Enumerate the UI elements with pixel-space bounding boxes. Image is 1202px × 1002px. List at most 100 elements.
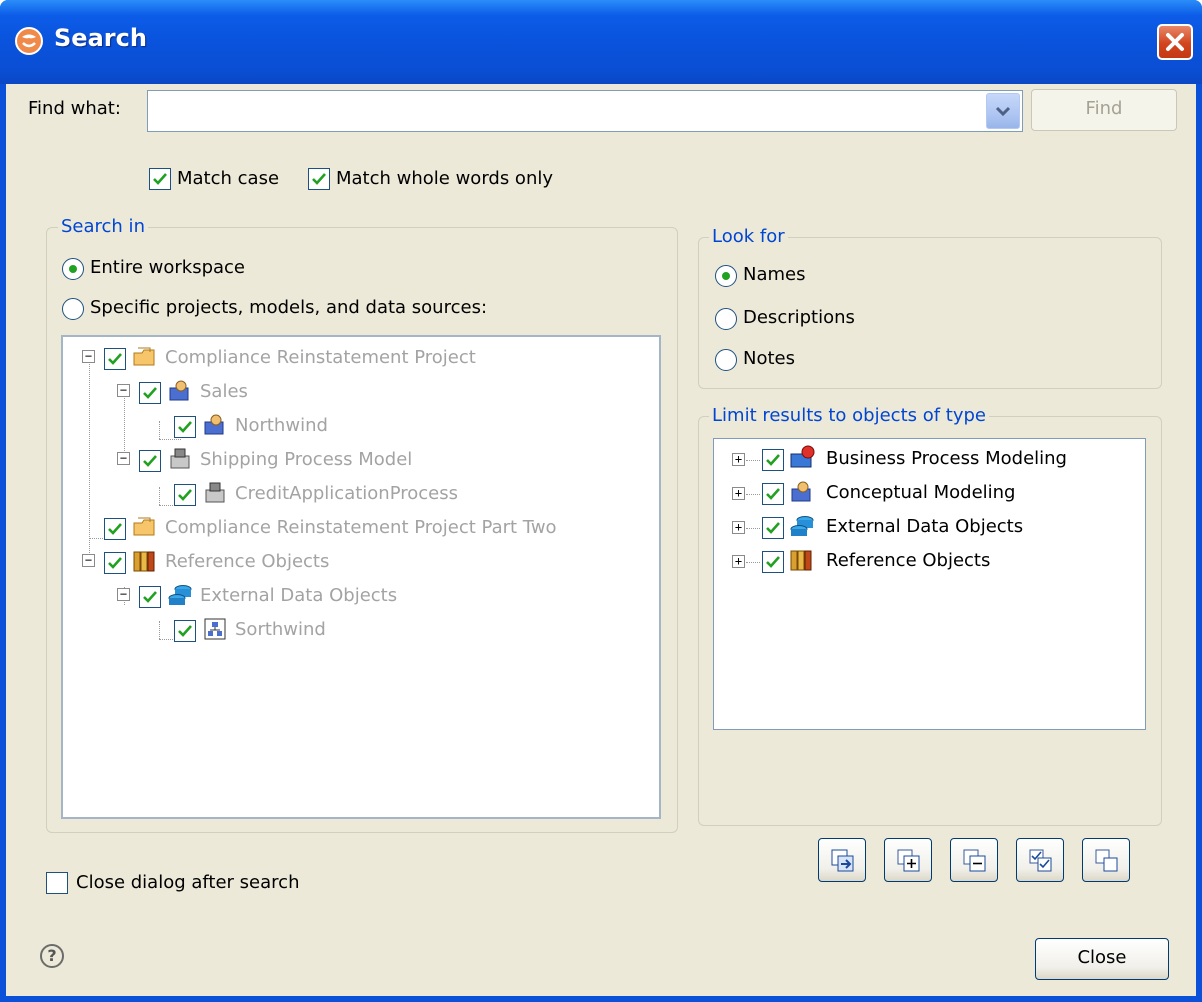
- tree-item-label[interactable]: Sales: [200, 381, 248, 402]
- expand-toggle[interactable]: +: [732, 453, 745, 466]
- type-label[interactable]: Reference Objects: [826, 550, 990, 571]
- type-label[interactable]: Conceptual Modeling: [826, 482, 1015, 503]
- notes-radio[interactable]: [715, 349, 737, 371]
- conceptual-model-icon: [791, 481, 811, 502]
- type-checkbox[interactable]: [762, 551, 784, 573]
- look-for-title: Look for: [709, 226, 788, 247]
- match-whole-words-label[interactable]: Match whole words only: [336, 168, 553, 189]
- check-all-button[interactable]: [1016, 838, 1064, 882]
- type-checkbox[interactable]: [762, 483, 784, 505]
- tree-checkbox[interactable]: [139, 450, 161, 472]
- check-icon: [143, 591, 157, 603]
- expand-all-button[interactable]: [884, 838, 932, 882]
- uncheck-all-icon: [1095, 849, 1118, 872]
- tree-item-label[interactable]: CreditApplicationProcess: [235, 483, 458, 504]
- check-icon: [178, 625, 192, 637]
- collapse-all-icon: [963, 849, 986, 872]
- folder-project-icon: [133, 517, 155, 536]
- collapse-all-button[interactable]: [950, 838, 998, 882]
- match-whole-words-checkbox[interactable]: [308, 168, 330, 190]
- check-all-icon: [1029, 849, 1052, 872]
- expand-all-icon: [897, 849, 920, 872]
- help-icon[interactable]: ?: [40, 944, 64, 968]
- tree-item-label[interactable]: Northwind: [235, 415, 328, 436]
- check-icon: [766, 488, 780, 500]
- collapse-toggle[interactable]: −: [82, 350, 95, 363]
- check-icon: [108, 523, 122, 535]
- descriptions-label[interactable]: Descriptions: [743, 307, 855, 328]
- refresh-button[interactable]: [818, 838, 866, 882]
- title-bar[interactable]: Search: [0, 0, 1202, 84]
- sources-tree[interactable]: − Compliance Reinstatement Project − Sal…: [61, 335, 661, 819]
- tree-item-label[interactable]: Compliance Reinstatement Project: [165, 347, 476, 368]
- check-icon: [178, 421, 192, 433]
- conceptual-model-icon: [169, 380, 189, 401]
- find-what-label: Find what:: [28, 98, 121, 119]
- tree-checkbox[interactable]: [174, 620, 196, 642]
- tree-checkbox[interactable]: [139, 586, 161, 608]
- check-icon: [143, 455, 157, 467]
- object-types-tree[interactable]: + Business Process Modeling + Conceptual…: [713, 438, 1146, 730]
- find-what-combo[interactable]: [147, 90, 1023, 132]
- close-after-search-label[interactable]: Close dialog after search: [76, 872, 299, 893]
- check-icon: [108, 353, 122, 365]
- notes-label[interactable]: Notes: [743, 348, 795, 369]
- app-icon: [15, 27, 43, 55]
- check-icon: [178, 489, 192, 501]
- expand-toggle[interactable]: +: [732, 487, 745, 500]
- type-label[interactable]: Business Process Modeling: [826, 448, 1067, 469]
- search-dialog: Search Find what: Find Match case Match: [0, 0, 1202, 1002]
- specific-sources-label[interactable]: Specific projects, models, and data sour…: [90, 297, 487, 318]
- check-icon: [108, 557, 122, 569]
- tree-item-label[interactable]: External Data Objects: [200, 585, 397, 606]
- entire-workspace-label[interactable]: Entire workspace: [90, 257, 245, 278]
- tree-checkbox[interactable]: [174, 484, 196, 506]
- collapse-toggle[interactable]: −: [117, 588, 130, 601]
- names-label[interactable]: Names: [743, 264, 805, 285]
- descriptions-radio[interactable]: [715, 308, 737, 330]
- schema-icon: [204, 618, 226, 640]
- check-icon: [312, 173, 326, 185]
- tree-checkbox[interactable]: [104, 518, 126, 540]
- entire-workspace-radio[interactable]: [62, 258, 84, 280]
- check-icon: [153, 173, 167, 185]
- tree-item-label[interactable]: Shipping Process Model: [200, 449, 412, 470]
- type-label[interactable]: External Data Objects: [826, 516, 1023, 537]
- conceptual-model-icon: [204, 414, 224, 435]
- match-case-checkbox[interactable]: [149, 168, 171, 190]
- tree-checkbox[interactable]: [104, 348, 126, 370]
- uncheck-all-button[interactable]: [1082, 838, 1130, 882]
- check-icon: [766, 556, 780, 568]
- business-process-icon: [790, 445, 815, 468]
- database-icon: [790, 516, 814, 536]
- close-button[interactable]: Close: [1035, 938, 1169, 980]
- tree-item-label[interactable]: Reference Objects: [165, 551, 329, 572]
- type-checkbox[interactable]: [762, 449, 784, 471]
- close-x-icon[interactable]: [1157, 24, 1193, 60]
- refresh-icon: [831, 849, 854, 872]
- process-model-icon: [205, 482, 225, 503]
- check-icon: [766, 522, 780, 534]
- tree-item-label[interactable]: Compliance Reinstatement Project Part Tw…: [165, 517, 557, 538]
- close-after-search-checkbox[interactable]: [46, 872, 68, 894]
- expand-toggle[interactable]: +: [732, 521, 745, 534]
- search-in-title: Search in: [58, 216, 148, 237]
- process-model-icon: [170, 448, 190, 469]
- type-checkbox[interactable]: [762, 517, 784, 539]
- tree-checkbox[interactable]: [139, 382, 161, 404]
- match-case-label[interactable]: Match case: [177, 168, 279, 189]
- tree-item-label[interactable]: Sorthwind: [235, 619, 326, 640]
- tree-checkbox[interactable]: [104, 552, 126, 574]
- collapse-toggle[interactable]: −: [117, 452, 130, 465]
- books-icon: [133, 551, 155, 572]
- expand-toggle[interactable]: +: [732, 555, 745, 568]
- tree-checkbox[interactable]: [174, 416, 196, 438]
- limit-results-title: Limit results to objects of type: [709, 405, 990, 426]
- names-radio[interactable]: [715, 265, 737, 287]
- collapse-toggle[interactable]: −: [82, 554, 95, 567]
- collapse-toggle[interactable]: −: [117, 384, 130, 397]
- folder-project-icon: [133, 347, 155, 366]
- specific-sources-radio[interactable]: [62, 298, 84, 320]
- find-button[interactable]: Find: [1031, 89, 1177, 131]
- chevron-down-icon[interactable]: [986, 93, 1020, 129]
